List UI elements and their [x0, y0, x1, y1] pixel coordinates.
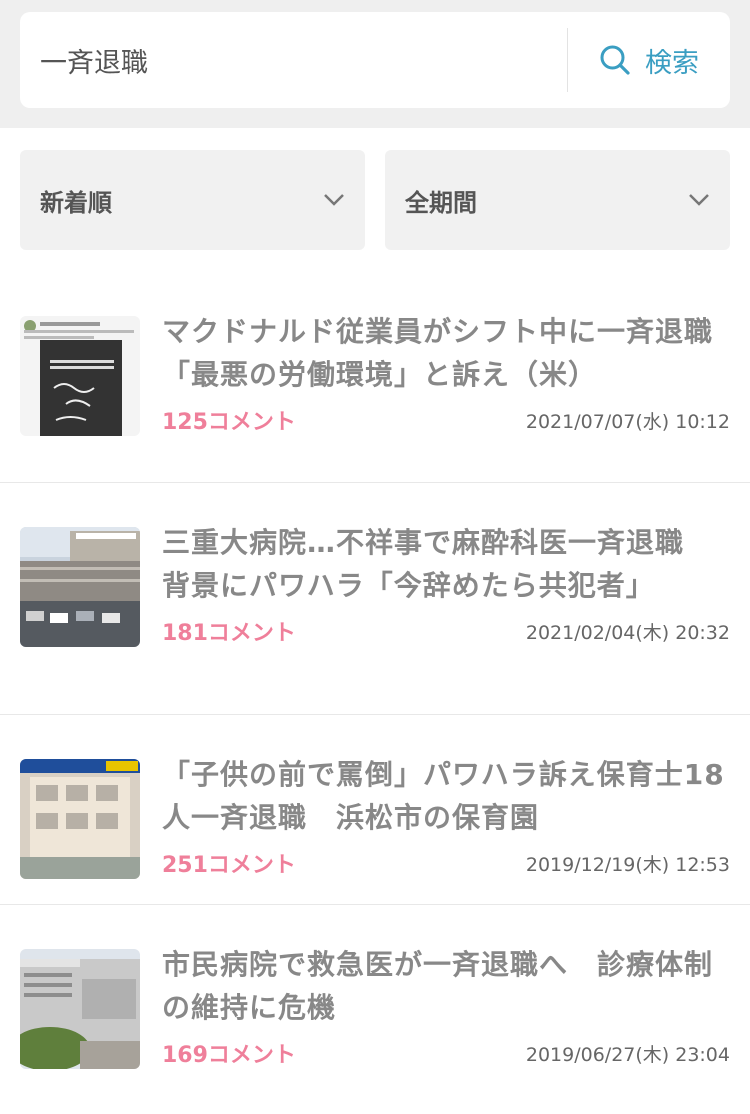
- period-select-value: 全期間: [405, 188, 477, 217]
- article-date: 2021/02/04(木) 20:32: [525, 621, 730, 644]
- list-item[interactable]: 「子供の前で罵倒」パワハラ訴え保育士18人一斉退職 浜松市の保育園 251コメン…: [0, 715, 750, 905]
- article-thumbnail: [20, 949, 140, 1069]
- article-content: 市民病院で救急医が一斉退職へ 診療体制の維持に危機 169コメント 2019/0…: [162, 943, 730, 1114]
- period-select[interactable]: 全期間: [385, 150, 730, 250]
- article-meta: 169コメント 2019/06/27(木) 23:04: [162, 1037, 730, 1069]
- article-date: 2019/06/27(木) 23:04: [525, 1043, 730, 1066]
- article-title[interactable]: マクドナルド従業員がシフト中に一斉退職 「最悪の労働環境」と訴え（米）: [162, 310, 741, 396]
- article-thumbnail: [20, 527, 140, 647]
- list-item[interactable]: 三重大病院…不祥事で麻酔科医一斉退職 背景にパワハラ「今辞めたら共犯者」 181…: [0, 483, 750, 715]
- search-box: 一斉退職 検索: [20, 12, 730, 108]
- sort-select-value: 新着順: [40, 188, 112, 217]
- article-meta: 181コメント 2021/02/04(木) 20:32: [162, 615, 730, 647]
- article-title[interactable]: 市民病院で救急医が一斉退職へ 診療体制の維持に危機: [162, 943, 730, 1029]
- article-date: 2019/12/19(木) 12:53: [525, 853, 730, 876]
- comment-count[interactable]: 251コメント: [162, 847, 296, 879]
- search-icon: [600, 45, 630, 75]
- article-thumbnail: [20, 759, 140, 879]
- list-item[interactable]: 市民病院で救急医が一斉退職へ 診療体制の維持に危機 169コメント 2019/0…: [0, 905, 750, 1114]
- search-input[interactable]: 一斉退職: [20, 41, 567, 80]
- article-meta: 251コメント 2019/12/19(木) 12:53: [162, 847, 730, 879]
- article-title[interactable]: 三重大病院…不祥事で麻酔科医一斉退職 背景にパワハラ「今辞めたら共犯者」: [162, 521, 730, 607]
- search-button-label: 検索: [645, 47, 699, 79]
- filter-bar: 新着順 全期間: [0, 128, 750, 272]
- article-content: 三重大病院…不祥事で麻酔科医一斉退職 背景にパワハラ「今辞めたら共犯者」 181…: [162, 521, 730, 714]
- search-button[interactable]: 検索: [568, 12, 730, 108]
- comment-count[interactable]: 169コメント: [162, 1037, 296, 1069]
- article-thumbnail: [20, 316, 140, 436]
- list-item[interactable]: マクドナルド従業員がシフト中に一斉退職 「最悪の労働環境」と訴え（米） 125コ…: [0, 272, 750, 483]
- sort-select[interactable]: 新着順: [20, 150, 365, 250]
- article-date: 2021/07/07(水) 10:12: [525, 410, 730, 433]
- comment-count[interactable]: 125コメント: [162, 404, 296, 436]
- article-meta: 125コメント 2021/07/07(水) 10:12: [162, 404, 730, 436]
- search-area: 一斉退職 検索: [0, 0, 750, 128]
- article-content: マクドナルド従業員がシフト中に一斉退職 「最悪の労働環境」と訴え（米） 125コ…: [162, 310, 741, 482]
- chevron-down-icon: [689, 194, 709, 206]
- comment-count[interactable]: 181コメント: [162, 615, 296, 647]
- article-title[interactable]: 「子供の前で罵倒」パワハラ訴え保育士18人一斉退職 浜松市の保育園: [162, 753, 730, 839]
- article-content: 「子供の前で罵倒」パワハラ訴え保育士18人一斉退職 浜松市の保育園 251コメン…: [162, 753, 730, 904]
- chevron-down-icon: [324, 194, 344, 206]
